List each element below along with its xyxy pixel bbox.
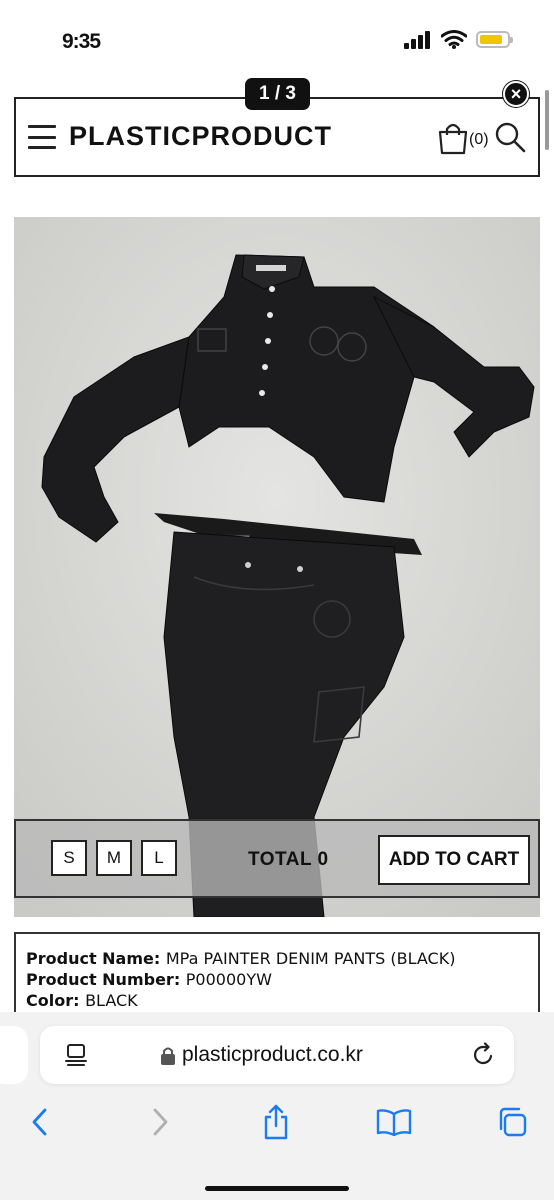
menu-icon[interactable] — [28, 125, 56, 149]
forward-button[interactable] — [138, 1100, 182, 1144]
browser-toolbar — [0, 1100, 554, 1144]
status-bar: 9:35 — [0, 0, 554, 80]
address-bar[interactable]: plasticproduct.co.kr — [40, 1026, 514, 1084]
product-info: Product Name: MPa PAINTER DENIM PANTS (B… — [14, 932, 540, 1022]
bookmarks-button[interactable] — [372, 1100, 416, 1144]
home-indicator[interactable] — [205, 1186, 349, 1191]
product-number-row: Product Number: P00000YW — [26, 970, 272, 989]
status-icons — [404, 30, 513, 49]
size-option-l[interactable]: L — [141, 840, 177, 876]
scrollbar[interactable] — [545, 90, 549, 150]
cart-count[interactable]: (0) — [469, 131, 489, 149]
tabs-button[interactable] — [490, 1100, 534, 1144]
share-button[interactable] — [254, 1100, 298, 1144]
tabs-icon — [499, 1107, 527, 1137]
close-button[interactable]: × — [503, 81, 529, 107]
url-text[interactable]: plasticproduct.co.kr — [182, 1043, 363, 1067]
shopping-bag-icon[interactable] — [437, 121, 469, 155]
total-value: 0 — [317, 849, 329, 870]
site-logo[interactable]: PLASTICPRODUCT — [69, 121, 332, 152]
product-photo[interactable] — [14, 217, 540, 917]
product-color-row: Color: BLACK — [26, 991, 138, 1010]
chevron-left-icon — [32, 1108, 47, 1136]
browser-chrome: plasticproduct.co.kr — [0, 1012, 554, 1200]
back-button[interactable] — [18, 1100, 62, 1144]
product-number-value: P00000YW — [185, 970, 272, 989]
product-name-label: Product Name — [26, 949, 154, 968]
share-icon — [264, 1104, 288, 1140]
battery-level — [480, 35, 503, 44]
search-icon[interactable] — [494, 121, 526, 153]
size-option-m[interactable]: M — [96, 840, 132, 876]
product-photo-drawing — [14, 217, 540, 917]
purchase-bar: S M L TOTAL 0 ADD TO CART — [14, 819, 540, 898]
wifi-icon — [441, 30, 467, 49]
previous-tab-preview[interactable] — [0, 1026, 28, 1084]
size-option-s[interactable]: S — [51, 840, 87, 876]
page-counter: 1 / 3 — [245, 78, 310, 110]
page-menu-icon[interactable] — [64, 1043, 88, 1067]
total-label: TOTAL — [248, 849, 312, 870]
product-number-label: Product Number — [26, 970, 174, 989]
battery-icon — [476, 31, 513, 48]
status-time: 9:35 — [62, 30, 101, 53]
product-color-value: BLACK — [85, 991, 138, 1010]
add-to-cart-button[interactable]: ADD TO CART — [378, 835, 530, 885]
total-display: TOTAL 0 — [248, 849, 329, 871]
product-color-label: Color — [26, 991, 74, 1010]
product-name-value: MPa PAINTER DENIM PANTS (BLACK) — [165, 949, 456, 968]
cellular-signal-icon — [404, 30, 430, 49]
reload-icon[interactable] — [470, 1042, 496, 1068]
lock-icon — [161, 1047, 175, 1065]
product-name-row: Product Name: MPa PAINTER DENIM PANTS (B… — [26, 949, 456, 968]
chevron-right-icon — [153, 1108, 168, 1136]
book-icon — [376, 1109, 412, 1136]
